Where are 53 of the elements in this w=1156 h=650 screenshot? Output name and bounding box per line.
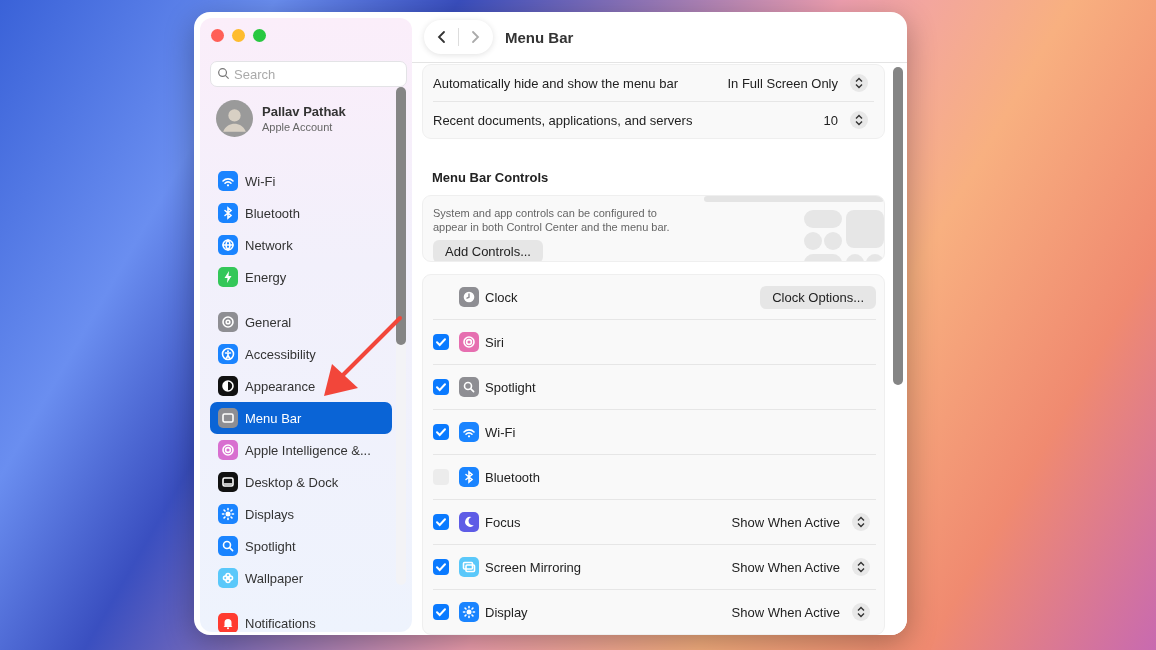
checkbox[interactable]	[433, 514, 449, 530]
stepper-icon	[852, 558, 870, 576]
scrollbar[interactable]	[396, 87, 406, 585]
checkbox[interactable]	[433, 424, 449, 440]
sidebar-item[interactable]: Displays	[210, 498, 392, 530]
page-title: Menu Bar	[505, 28, 574, 46]
setting-label: Automatically hide and show the menu bar	[433, 75, 678, 91]
control-label: Bluetooth	[485, 469, 540, 485]
popup-button[interactable]: 10	[823, 111, 874, 129]
control-label: Spotlight	[485, 379, 536, 395]
checkbox[interactable]	[433, 334, 449, 350]
sidebar-item[interactable]: Wi-Fi	[210, 165, 392, 197]
account-name[interactable]: Pallav Pathak	[262, 103, 346, 119]
description-text: System and app controls can be configured to appear in both Control Center and the menu bar.	[433, 206, 671, 234]
sidebar-item[interactable]: Network	[210, 229, 392, 261]
avatar[interactable]	[216, 99, 253, 137]
stepper-icon	[850, 74, 868, 92]
stepper-icon	[850, 111, 868, 129]
control-label: Screen Mirroring	[485, 559, 582, 575]
zoom-button[interactable]	[253, 29, 266, 42]
popup-button[interactable]: Show When Active	[731, 513, 876, 531]
control-label: Wi-Fi	[485, 424, 516, 440]
stepper-icon	[852, 513, 870, 531]
close-button[interactable]	[211, 29, 224, 42]
section-heading: Menu Bar Controls	[432, 170, 550, 185]
control-label: Display	[485, 604, 528, 620]
popup-button[interactable]: Show When Active	[731, 558, 876, 576]
control-label: Siri	[485, 334, 504, 350]
sidebar-item[interactable]: Spotlight	[210, 530, 392, 562]
options-button[interactable]: Clock Options...	[760, 285, 876, 309]
sidebar-item[interactable]: Accessibility	[210, 338, 392, 370]
sidebar-item[interactable]: General	[210, 306, 392, 338]
account-subtitle: Apple Account	[262, 120, 334, 133]
search-field[interactable]: Search	[210, 61, 407, 87]
sidebar-item[interactable]: Notifications	[210, 607, 392, 632]
sidebar-item[interactable]: Bluetooth	[210, 197, 392, 229]
setting-label: Recent documents, applications, and servers	[433, 112, 693, 128]
stepper-icon	[852, 603, 870, 621]
sidebar-item[interactable]: Appearance	[210, 370, 392, 402]
popup-button[interactable]: In Full Screen Only	[727, 74, 874, 92]
sidebar-item[interactable]: Apple Intelligence &...	[210, 434, 392, 466]
sidebar-item[interactable]: Menu Bar	[210, 402, 392, 434]
control-label: Focus	[485, 514, 521, 530]
checkbox[interactable]	[433, 379, 449, 395]
sidebar-item[interactable]: Desktop & Dock	[210, 466, 392, 498]
add-controls-button[interactable]: Add Controls...	[433, 240, 543, 261]
control-label: Clock	[485, 289, 518, 305]
checkbox[interactable]	[433, 559, 449, 575]
sidebar-item[interactable]: Energy	[210, 261, 392, 293]
search-icon	[217, 67, 230, 80]
sidebar-item[interactable]: Wallpaper	[210, 562, 392, 594]
popup-button[interactable]: Show When Active	[731, 603, 876, 621]
checkbox[interactable]	[433, 604, 449, 620]
